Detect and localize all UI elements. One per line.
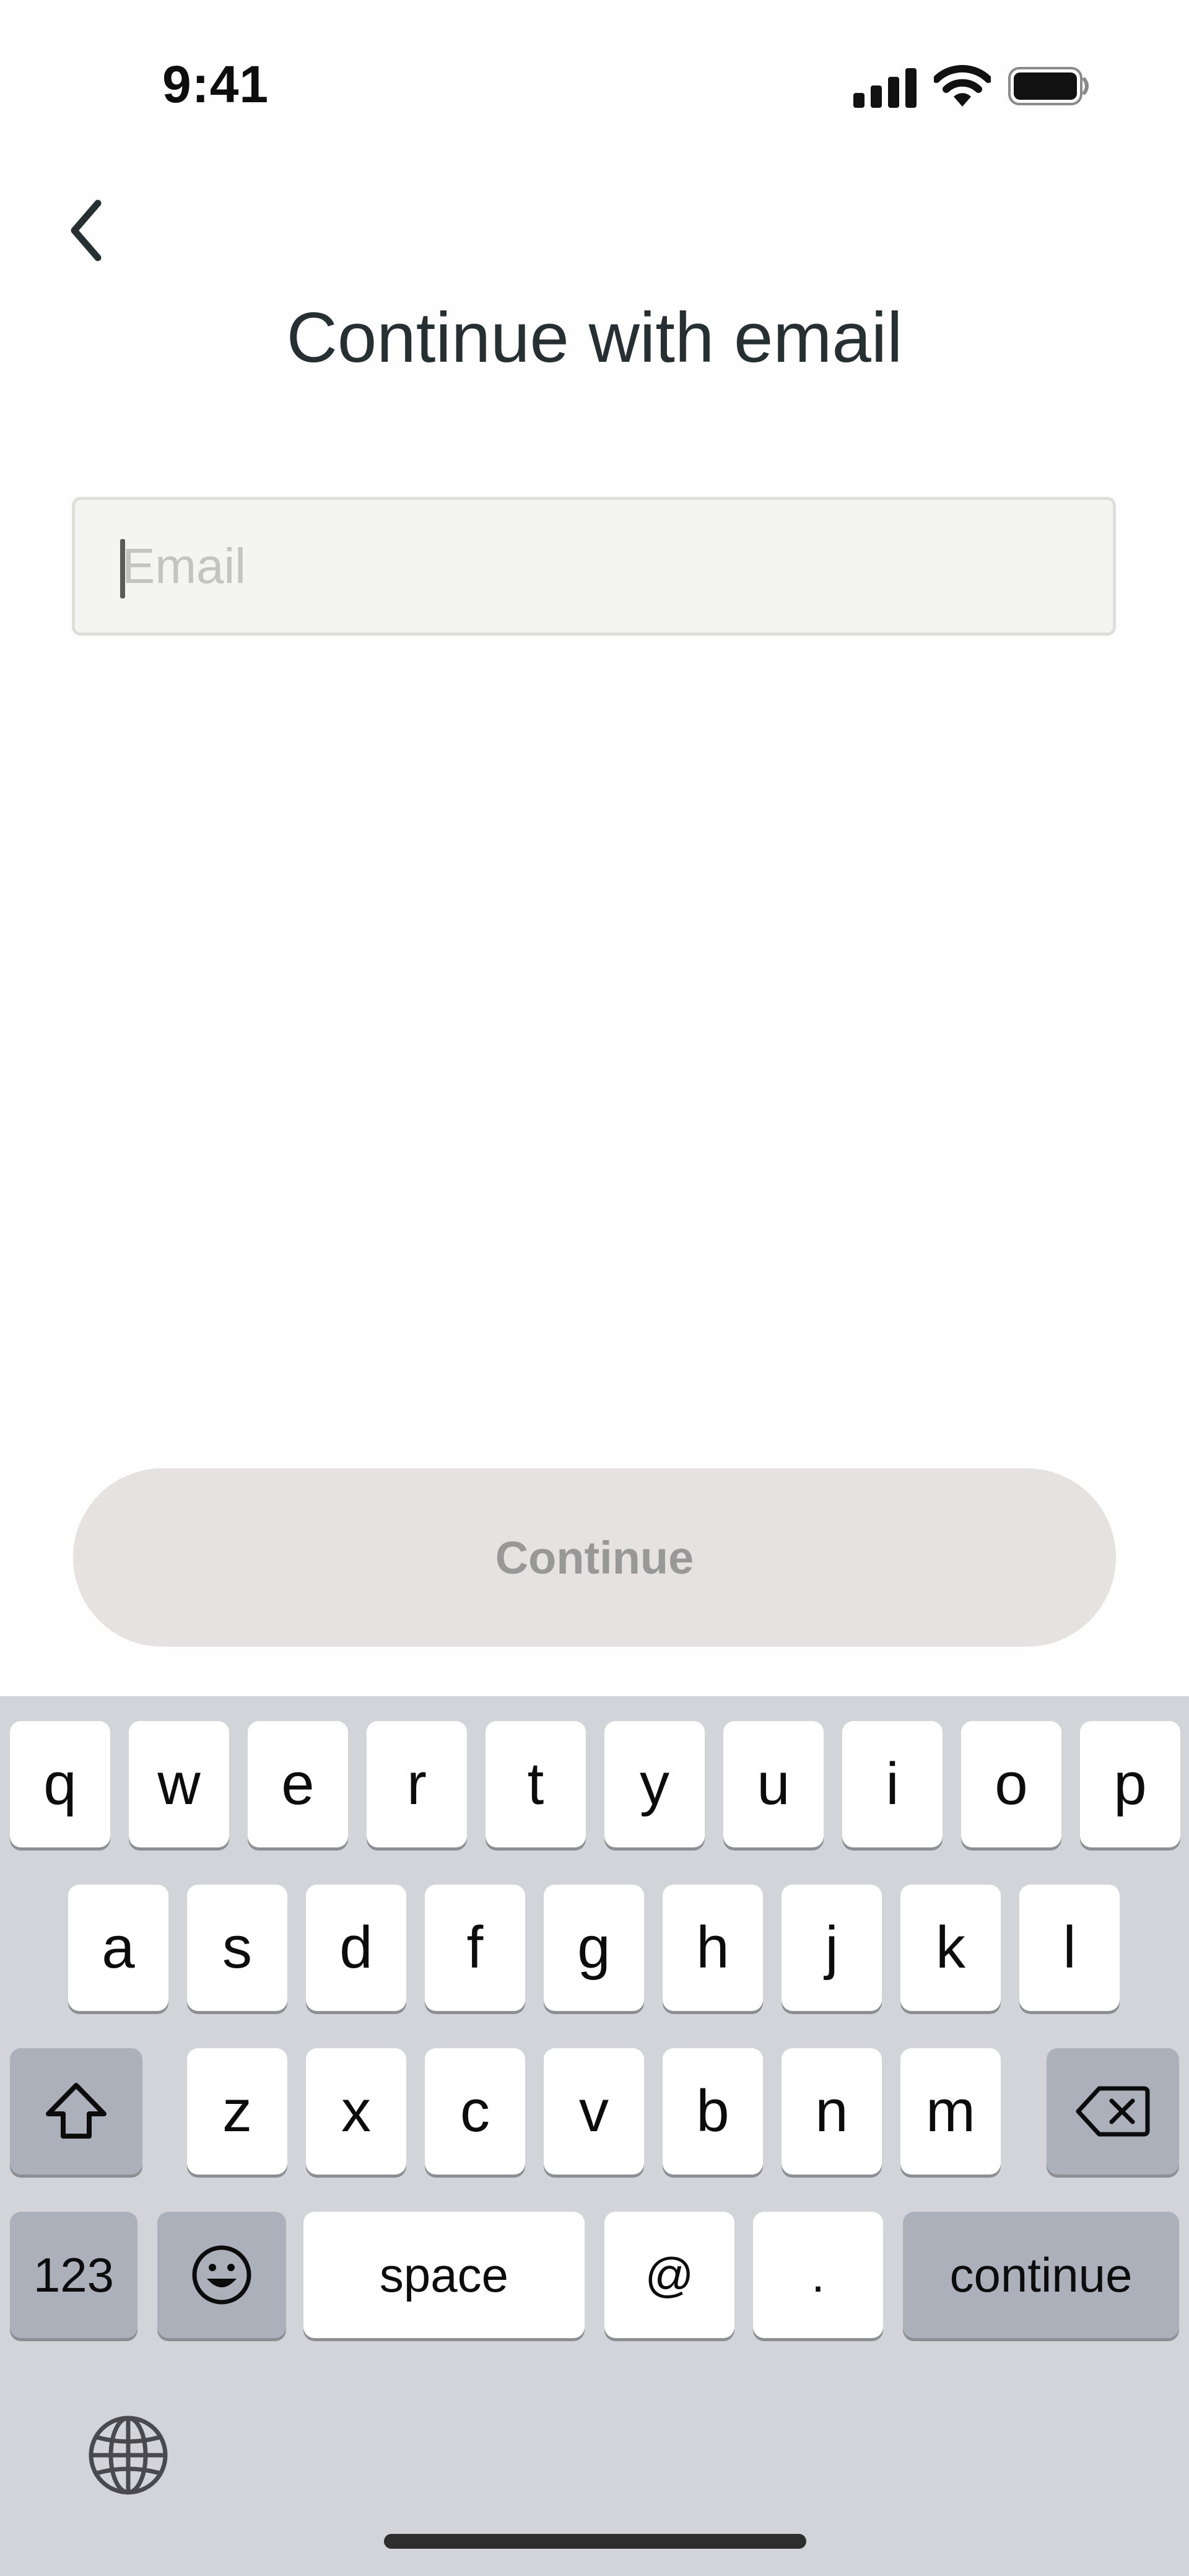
key-f[interactable]: f	[425, 1885, 525, 2011]
wifi-icon	[934, 64, 991, 107]
numbers-key[interactable]: 123	[10, 2212, 137, 2338]
key-a[interactable]: a	[68, 1885, 168, 2011]
key-b[interactable]: b	[663, 2048, 763, 2175]
shift-key[interactable]	[10, 2048, 142, 2175]
key-s[interactable]: s	[187, 1885, 287, 2011]
key-d[interactable]: d	[306, 1885, 406, 2011]
key-q[interactable]: q	[10, 1721, 110, 1847]
key-r[interactable]: r	[367, 1721, 467, 1847]
text-caret	[120, 539, 125, 598]
key-j[interactable]: j	[782, 1885, 882, 2011]
key-o[interactable]: o	[961, 1721, 1061, 1847]
emoji-icon	[192, 2245, 251, 2305]
key-v[interactable]: v	[544, 2048, 644, 2175]
key-i[interactable]: i	[842, 1721, 943, 1847]
continue-button[interactable]: Continue	[73, 1468, 1116, 1647]
emoji-key[interactable]	[157, 2212, 286, 2338]
key-e[interactable]: e	[248, 1721, 348, 1847]
key-g[interactable]: g	[544, 1885, 644, 2011]
keyboard: q w e r t y u i o p a s d f g h j k l z …	[0, 1696, 1189, 2576]
page-title: Continue with email	[286, 299, 903, 377]
back-button[interactable]	[59, 193, 115, 268]
key-x[interactable]: x	[306, 2048, 406, 2175]
key-l[interactable]: l	[1019, 1885, 1120, 2011]
key-m[interactable]: m	[900, 2048, 1001, 2175]
cellular-signal-icon	[853, 68, 917, 108]
return-key[interactable]: continue	[903, 2212, 1179, 2338]
shift-icon	[46, 2083, 107, 2139]
key-n[interactable]: n	[782, 2048, 882, 2175]
key-h[interactable]: h	[663, 1885, 763, 2011]
battery-icon	[1008, 67, 1089, 105]
delete-icon	[1076, 2086, 1150, 2137]
key-w[interactable]: w	[129, 1721, 229, 1847]
home-indicator[interactable]	[384, 2534, 806, 2549]
key-u[interactable]: u	[723, 1721, 824, 1847]
key-c[interactable]: c	[425, 2048, 525, 2175]
key-k[interactable]: k	[900, 1885, 1001, 2011]
period-key[interactable]: .	[753, 2212, 883, 2338]
key-z[interactable]: z	[187, 2048, 287, 2175]
email-input[interactable]	[72, 497, 1116, 636]
at-key[interactable]: @	[604, 2212, 734, 2338]
key-t[interactable]: t	[486, 1721, 586, 1847]
space-key[interactable]: space	[303, 2212, 585, 2338]
delete-key[interactable]	[1047, 2048, 1179, 2175]
key-p[interactable]: p	[1080, 1721, 1180, 1847]
status-time: 9:41	[162, 55, 269, 113]
chevron-left-icon	[71, 199, 102, 261]
globe-icon[interactable]	[87, 2414, 170, 2497]
key-y[interactable]: y	[604, 1721, 705, 1847]
